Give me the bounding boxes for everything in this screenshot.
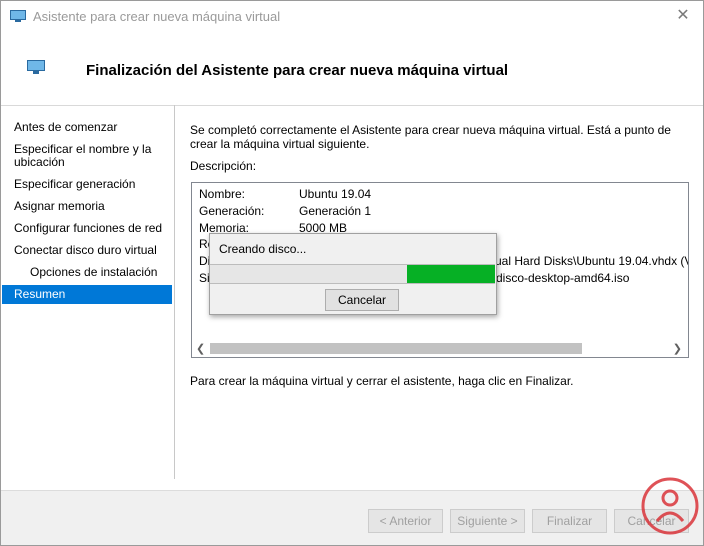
title-bar: Asistente para crear nueva máquina virtu…: [1, 1, 703, 31]
step-resumen[interactable]: Resumen: [2, 285, 172, 304]
wizard-window: Asistente para crear nueva máquina virtu…: [0, 0, 704, 546]
dialog-status-text: Creando disco...: [219, 242, 307, 256]
creating-disk-dialog: Creando disco... Cancelar: [209, 233, 497, 315]
summary-key: Generación:: [199, 204, 265, 218]
scroll-right-icon[interactable]: ❯: [673, 342, 682, 355]
step-funciones-red[interactable]: Configurar funciones de red: [2, 219, 172, 238]
wizard-steps-nav: Antes de comenzar Especificar el nombre …: [2, 118, 172, 307]
horizontal-scrollbar[interactable]: ❮ ❯: [192, 340, 688, 357]
step-opciones-instalacion[interactable]: Opciones de instalación: [2, 263, 172, 282]
progress-fill: [407, 265, 495, 283]
step-generacion[interactable]: Especificar generación: [2, 175, 172, 194]
close-button[interactable]: ✕: [663, 1, 703, 31]
wizard-header: Finalización del Asistente para crear nu…: [1, 31, 703, 106]
step-disco-duro[interactable]: Conectar disco duro virtual: [2, 241, 172, 260]
intro-text: Se completó correctamente el Asistente p…: [190, 123, 671, 151]
page-title: Finalización del Asistente para crear nu…: [86, 62, 509, 79]
dialog-cancel-button[interactable]: Cancelar: [325, 289, 399, 311]
summary-value: Ubuntu 19.04: [299, 187, 372, 201]
next-button[interactable]: Siguiente >: [450, 509, 525, 533]
watermark-logo-icon: [641, 477, 699, 535]
step-nombre-ubicacion[interactable]: Especificar el nombre y la ubicación: [2, 140, 172, 172]
step-memoria[interactable]: Asignar memoria: [2, 197, 172, 216]
close-icon: ✕: [676, 7, 690, 24]
description-label: Descripción:: [190, 159, 257, 173]
summary-key: Nombre:: [199, 187, 246, 201]
back-button[interactable]: < Anterior: [368, 509, 443, 533]
finish-instructions: Para crear la máquina virtual y cerrar e…: [190, 374, 574, 388]
summary-value: Generación 1: [299, 204, 372, 218]
window-title: Asistente para crear nueva máquina virtu…: [33, 9, 281, 24]
summary-value: ual Hard Disks\Ubuntu 19.04.vhdx (VHD): [495, 254, 688, 268]
scroll-left-icon[interactable]: ❮: [196, 342, 205, 355]
step-antes-de-comenzar[interactable]: Antes de comenzar: [2, 118, 172, 137]
summary-value: disco-desktop-amd64.iso: [496, 271, 630, 285]
vm-wizard-icon: [27, 60, 45, 74]
finish-button[interactable]: Finalizar: [532, 509, 607, 533]
progress-bar: [210, 264, 495, 284]
scrollbar-thumb[interactable]: [210, 343, 582, 354]
intro-area: Se completó correctamente el Asistente p…: [190, 123, 680, 151]
nav-divider: [174, 105, 175, 479]
hyperv-vm-icon: [10, 10, 26, 22]
wizard-footer: < Anterior Siguiente > Finalizar Cancela…: [1, 490, 703, 545]
